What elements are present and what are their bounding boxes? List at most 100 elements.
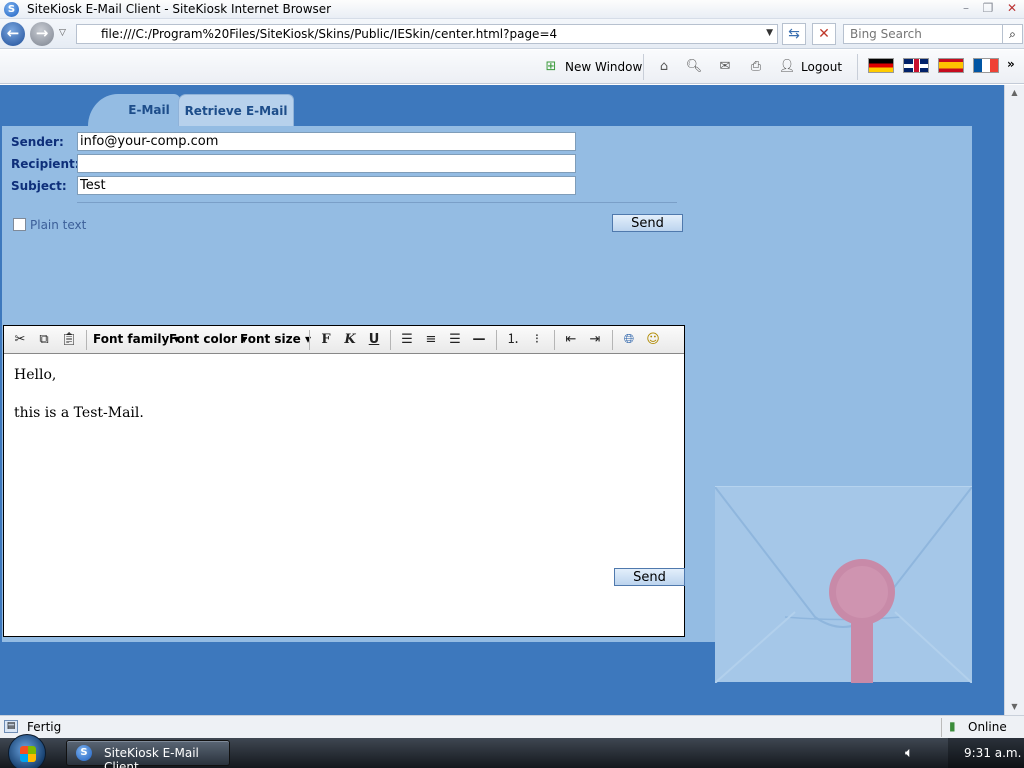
sender-field[interactable] xyxy=(77,132,576,151)
flag-spanish-icon[interactable] xyxy=(938,58,964,73)
forward-button[interactable]: → xyxy=(30,22,54,46)
clock[interactable]: 9:31 a.m. xyxy=(964,746,1021,760)
start-button[interactable] xyxy=(8,734,46,768)
bold-button[interactable]: F xyxy=(316,332,336,348)
scroll-down-icon[interactable]: ▼ xyxy=(1005,699,1024,715)
bullet-list-icon[interactable]: ⁝ xyxy=(527,332,547,348)
title-bar: S SiteKiosk E-Mail Client - SiteKiosk In… xyxy=(0,0,1024,19)
close-window-button[interactable]: ✕ xyxy=(1003,1,1021,16)
new-window-label: New Window xyxy=(565,60,643,74)
address-bar: ← → ▽ ▼ ⇆ ✕ ⌕ xyxy=(0,19,1024,49)
magnifier-icon: 🔍︎ xyxy=(685,59,703,74)
mail-icon: ✉ xyxy=(719,59,731,74)
font-color-label: Font color xyxy=(169,332,238,346)
history-dropdown-icon[interactable]: ▽ xyxy=(59,28,66,38)
logout-label: Logout xyxy=(801,60,843,74)
font-color-dropdown[interactable]: Font color ▾ xyxy=(169,332,247,346)
search-icon[interactable]: ⌕ xyxy=(1002,25,1022,43)
align-right-icon[interactable]: ☰ xyxy=(445,332,465,348)
taskbar-item-sitekiosk[interactable]: S SiteKiosk E-Mail Client xyxy=(66,740,230,768)
editor-line: Hello, xyxy=(14,367,57,383)
recipient-label: Recipient: xyxy=(11,157,80,171)
font-size-dropdown[interactable]: Font size ▾ xyxy=(240,332,311,346)
search-field[interactable]: ⌕ xyxy=(843,24,1023,44)
minimize-button[interactable]: – xyxy=(957,1,975,16)
recipient-field[interactable] xyxy=(77,154,576,173)
copy-icon[interactable]: ⧉ xyxy=(34,332,54,348)
refresh-icon[interactable]: ⇆ xyxy=(782,23,806,45)
new-window-button[interactable]: ⊞ New Window xyxy=(542,57,643,77)
plain-text-label[interactable]: Plain text xyxy=(30,218,86,232)
logout-button[interactable]: 👤︎ Logout xyxy=(778,57,842,77)
align-left-icon[interactable]: ☰ xyxy=(397,332,417,348)
back-button[interactable]: ← xyxy=(1,22,25,46)
align-center-icon[interactable]: ≡ xyxy=(421,332,441,348)
search-input[interactable] xyxy=(844,25,999,43)
tab-email[interactable]: E-Mail xyxy=(88,94,180,126)
volume-icon[interactable]: 🔈︎ xyxy=(905,745,913,761)
vertical-scrollbar[interactable]: ▲ ▼ xyxy=(1004,85,1024,715)
more-toolbar-button[interactable]: » xyxy=(1007,54,1015,74)
editor-line: this is a Test-Mail. xyxy=(14,405,144,421)
sitekiosk-app-icon: S xyxy=(4,2,19,17)
printer-icon: ⎙ xyxy=(750,59,762,74)
tab-retrieve-email[interactable]: Retrieve E-Mail xyxy=(178,94,294,126)
url-dropdown-icon[interactable]: ▼ xyxy=(766,28,773,38)
send-button-top[interactable]: Send xyxy=(612,214,683,232)
sender-input[interactable] xyxy=(78,133,575,150)
windows-logo-icon xyxy=(20,746,36,762)
send-button-bottom[interactable]: Send xyxy=(614,568,685,586)
font-family-label: Font family xyxy=(93,332,170,346)
url-field[interactable]: ▼ xyxy=(76,24,778,44)
online-icon: ▮ xyxy=(949,719,956,733)
online-status: Online xyxy=(968,720,1007,734)
mail-button[interactable]: ✉ xyxy=(716,57,739,77)
flag-english-icon[interactable] xyxy=(903,58,929,73)
toolbar-divider xyxy=(643,54,644,80)
stop-icon[interactable]: ✕ xyxy=(812,23,836,45)
editor-divider xyxy=(554,330,555,350)
status-bar: ▤ Fertig ▮ Online xyxy=(0,715,1024,738)
font-family-dropdown[interactable]: Font family ▾ xyxy=(93,332,180,346)
status-text: Fertig xyxy=(27,720,62,734)
subject-field[interactable] xyxy=(77,176,576,195)
italic-button[interactable]: K xyxy=(340,332,360,348)
subject-input[interactable] xyxy=(78,177,575,194)
plain-text-checkbox[interactable] xyxy=(13,218,26,231)
editor-divider xyxy=(86,330,87,350)
window-title: SiteKiosk E-Mail Client - SiteKiosk Inte… xyxy=(27,2,332,16)
taskbar-item-label: SiteKiosk E-Mail Client xyxy=(104,746,199,768)
editor-divider xyxy=(612,330,613,350)
font-size-label: Font size xyxy=(240,332,301,346)
paste-icon[interactable]: 📋︎ xyxy=(59,332,79,348)
editor-body[interactable]: Hello, this is a Test-Mail. xyxy=(14,366,144,442)
search-page-button[interactable]: 🔍︎ xyxy=(685,57,708,77)
recipient-input[interactable] xyxy=(78,155,575,172)
underline-button[interactable]: U xyxy=(364,332,384,348)
status-divider xyxy=(941,718,942,737)
cut-icon[interactable]: ✂ xyxy=(10,332,30,348)
print-button[interactable]: ⎙ xyxy=(747,57,770,77)
numbered-list-icon[interactable]: ⒈ xyxy=(503,332,523,348)
smiley-icon[interactable]: ☺ xyxy=(643,332,663,348)
outdent-icon[interactable]: ⇤ xyxy=(561,332,581,348)
home-button[interactable]: ⌂ xyxy=(655,57,678,77)
envelope-illustration xyxy=(715,486,972,683)
new-window-icon: ⊞ xyxy=(545,59,557,74)
url-input[interactable] xyxy=(77,25,747,43)
flag-french-icon[interactable] xyxy=(973,58,999,73)
web-content: E-Mail Retrieve E-Mail Sender: Recipient… xyxy=(0,85,1024,715)
sitekiosk-taskbar-icon: S xyxy=(76,745,92,761)
indent-icon[interactable]: ⇥ xyxy=(585,332,605,348)
editor-divider xyxy=(390,330,391,350)
rich-text-editor: ✂ ⧉ 📋︎ Font family ▾ Font color ▾ Font s… xyxy=(3,325,685,637)
flag-german-icon[interactable] xyxy=(868,58,894,73)
restore-button[interactable]: ❐ xyxy=(979,1,997,16)
form-divider xyxy=(77,202,677,203)
insert-link-icon[interactable]: 🌐︎ xyxy=(619,332,639,348)
horizontal-rule-icon[interactable]: — xyxy=(469,332,489,348)
editor-toolbar: ✂ ⧉ 📋︎ Font family ▾ Font color ▾ Font s… xyxy=(4,326,684,354)
browser-toolbar: ⊞ New Window ⌂ 🔍︎ ✉ ⎙ 👤︎ Logout » xyxy=(0,50,1024,84)
editor-divider xyxy=(496,330,497,350)
scroll-up-icon[interactable]: ▲ xyxy=(1005,85,1024,101)
